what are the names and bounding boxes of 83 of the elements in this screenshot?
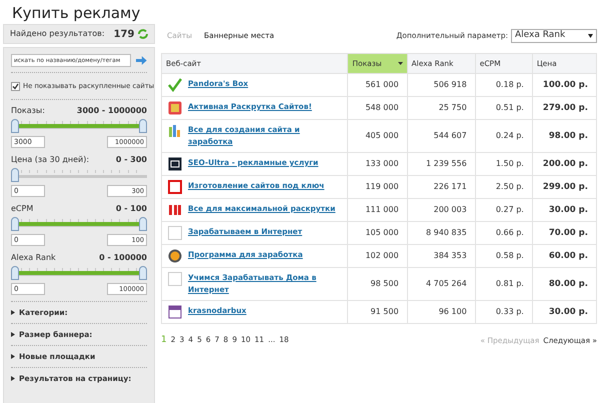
sort-arrow-icon [398,62,403,65]
table-cell: 98 500 [348,268,408,300]
blank-square-icon [168,272,182,286]
dropdown-arrow-icon [588,34,593,38]
slider-handle[interactable] [11,266,19,280]
table-cell: 30.00 р. [532,300,596,324]
table-cell: 0.24 р. [475,120,532,152]
filter-range: 0 - 300 [116,154,147,166]
table-cell: 0.27 р. [475,198,532,222]
table-cell: 105 000 [348,222,408,244]
bar-chart-icon [168,124,182,138]
checkbox[interactable] [11,82,20,91]
caret-right-icon [11,376,15,382]
caret-right-icon [11,332,15,338]
table-cell: 4 705 264 [407,268,476,300]
dark-square-icon [168,157,182,171]
table-cell: 0.18 р. [475,74,532,96]
slider-handle[interactable] [11,168,19,182]
table-cell: 0.66 р. [475,222,532,244]
table-cell: 2.50 р. [475,176,532,198]
caret-right-icon [11,310,15,316]
table-cell: 544 607 [407,120,476,152]
table-cell: 25 750 [407,96,476,120]
filter-label: eCPM [11,203,34,216]
results-label: Найдено результатов: [10,28,105,40]
table-cell: 200 003 [407,198,476,222]
table-cell: 119 000 [348,176,408,198]
filter-range: 0 - 100000 [99,252,147,264]
range-slider[interactable] [11,168,147,182]
caret-right-icon [11,354,15,360]
table-cell: 80.00 р. [532,268,596,300]
table-cell: 506 918 [407,74,476,96]
filter-label: Цена (за 30 дней): [11,154,90,166]
table-cell: 96 100 [407,300,476,324]
square-frame-icon [168,180,182,194]
table-cell: 226 171 [407,176,476,198]
table-cell: 0.51 р. [475,96,532,120]
slider-handle[interactable] [139,119,147,134]
table-cell: 98.00 р. [532,120,596,152]
table-cell: 405 000 [348,120,408,152]
table-cell: 30.00 р. [532,198,596,222]
table-cell: 102 000 [348,244,408,268]
arrow-right-icon[interactable] [136,56,147,65]
results-count: 179 [114,28,134,42]
table-cell: 0.81 р. [475,268,532,300]
range-slider[interactable] [11,266,147,280]
slider-handle[interactable] [139,217,147,232]
table-cell: 384 353 [407,244,476,268]
slider-handle[interactable] [11,217,19,232]
table-cell: 1 239 556 [407,152,476,176]
table-cell: 1.50 р. [475,152,532,176]
table-cell: 100.00 р. [532,74,596,96]
blank-square-icon [168,226,182,240]
page-title: Купить рекламу [11,3,142,24]
table-cell: 111 000 [348,198,408,222]
table-cell: 299.00 р. [532,176,596,198]
filter-label: Показы: [11,105,45,118]
filter-range: 3000 - 1000000 [76,105,147,118]
badge-icon [168,101,182,115]
filter-label: Alexa Rank [11,252,56,264]
logo-icon [168,203,182,217]
check-icon [12,82,19,90]
coin-icon [168,249,182,263]
table-cell: 133 000 [348,152,408,176]
checkmark-icon [168,78,182,92]
param-dropdown[interactable]: Alexa Rank [511,29,597,43]
range-slider[interactable] [11,217,147,232]
filter-range: 0 - 100 [116,203,147,216]
table-cell: 548 000 [348,96,408,120]
table-cell: 561 000 [348,74,408,96]
range-slider[interactable] [11,119,147,134]
table-cell: 70.00 р. [532,222,596,244]
slider-handle[interactable] [139,266,147,280]
refresh-icon[interactable] [138,29,148,39]
table-cell: 200.00 р. [532,152,596,176]
table-cell: 8 940 835 [407,222,476,244]
table-cell: 91 500 [348,300,408,324]
table-cell: 60.00 р. [532,244,596,268]
slider-handle[interactable] [11,119,19,134]
calendar-icon [168,305,182,319]
table-cell: 0.58 р. [475,244,532,268]
table-cell: 0.33 р. [475,300,532,324]
table-cell: 279.00 р. [532,96,596,120]
